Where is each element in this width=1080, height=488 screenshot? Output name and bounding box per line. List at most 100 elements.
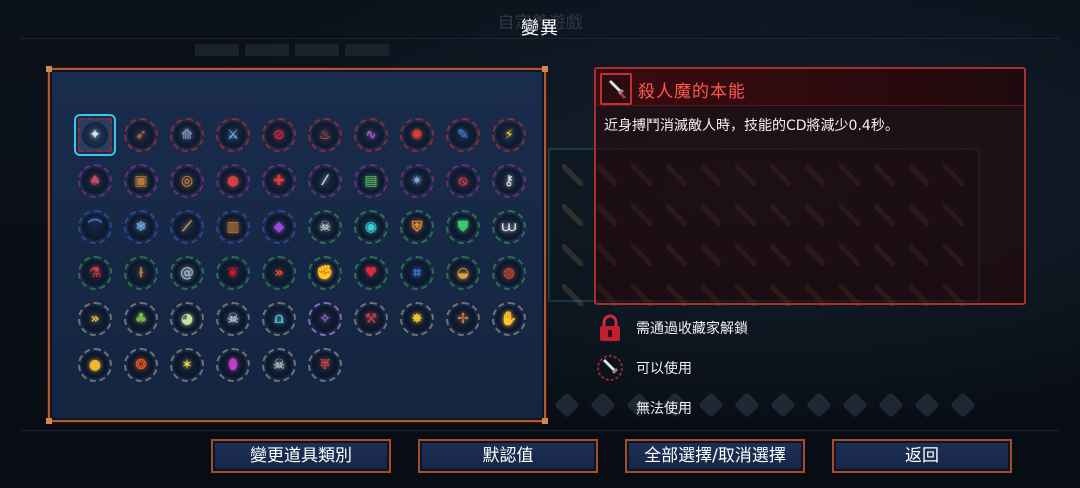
magic-circle-icon: ✧ [319,311,331,327]
mutation-slot[interactable]: ☠ [216,302,250,336]
legend-locked: 需通過收藏家解鎖 [596,314,748,342]
ring-icon: ◎ [180,173,194,189]
grenade-icon: ● [226,173,240,189]
mutation-slot[interactable]: ✋ [492,302,526,336]
mutation-slot[interactable]: ⩍ [262,302,296,336]
cross-star-icon: ✚ [273,173,285,189]
mutation-slot[interactable]: ⁄ [308,164,342,198]
mutation-slot[interactable]: ✸ [400,302,434,336]
rune-grid-icon: ⌗ [413,265,421,281]
blue-arc-icon: ⌒ [88,219,102,235]
green-blob-icon: ◒ [456,265,470,281]
barrel-icon: ▣ [134,173,148,189]
background-weapon-icon [554,392,580,418]
back-button[interactable]: 返回 [832,439,1012,473]
mutation-slot[interactable]: @ [170,256,204,290]
change-category-button[interactable]: 變更道具類別 [211,439,391,473]
mutation-slot[interactable]: ● [78,348,112,382]
mutation-slot[interactable]: ♠ [78,164,112,198]
dagger-icon [600,73,632,105]
mutation-slot[interactable]: ⛨ [400,210,434,244]
mutation-slot[interactable]: ✧ [308,302,342,336]
mutation-slot[interactable]: » [262,256,296,290]
mutation-slot[interactable]: ◍ [492,256,526,290]
mutation-slot[interactable]: ◆ [262,210,296,244]
panel-corner [46,66,52,72]
mutation-slot[interactable]: ➶ [124,118,158,152]
mutation-slot[interactable]: ▣ [124,164,158,198]
mutation-slot[interactable]: ⟰ [170,118,204,152]
mutation-slot[interactable]: ✦ [74,114,116,156]
dagger-icon: ✦ [89,127,101,143]
background-weapon-icon [562,204,583,226]
mutation-slot[interactable]: ⚔ [216,118,250,152]
mutation-slot[interactable]: ⬮ [216,348,250,382]
heart-armor-icon: ♥ [364,265,378,281]
mutation-slot[interactable]: ♣ [124,302,158,336]
mutation-slot[interactable]: ⊘ [262,118,296,152]
mutation-slot[interactable]: ⚷ [492,164,526,198]
mutation-slot[interactable]: ✴ [400,164,434,198]
mutation-slot[interactable]: ❦ [216,256,250,290]
footer-divider [20,430,1060,431]
mutation-slot[interactable]: ✊ [308,256,342,290]
mutation-slot[interactable]: ◎ [170,164,204,198]
bow-icon: ➶ [135,127,147,143]
mutation-slot[interactable]: » [78,302,112,336]
mutation-slot[interactable]: ⦸ [446,164,480,198]
panel-corner [542,418,548,424]
mutation-slot[interactable]: ⚡ [492,118,526,152]
background-weapon-icon [698,392,724,418]
mutation-slot[interactable]: ✎ [446,118,480,152]
mutation-slot[interactable]: ⚗ [78,256,112,290]
arrows-icon: ⟰ [181,127,193,143]
demon-face-icon: ♅ [318,357,332,373]
teeth-icon: ⩍ [274,311,284,327]
empty-slot-icon [596,394,624,422]
lightning-slash-icon: ✶ [181,357,193,373]
green-wisp-icon: ♣ [134,311,148,327]
lightning-icon: ⚡ [504,127,514,143]
mutation-slot[interactable]: ⛊ [446,210,480,244]
owl-face-icon: ◕ [180,311,194,327]
mutation-slot[interactable]: ♅ [308,348,342,382]
screen: 自定義遊戲 變異 ✦ ➶ ⟰ ⚔ ⊘ ♨ ∿ ✺ ✎ ⚡ ♠ ▣ ◎ ● ✚ ⁄ ▤ ✴ ⦸ ⚷ ⌒ ❄ ⟋ ▥ ◆ ☠ ◉ ⛨ ⛊ ⩊ ⚗… [0,0,1080,488]
key-icon: ⚷ [503,173,515,189]
mutation-slot[interactable]: ◉ [354,210,388,244]
mutation-slot[interactable]: ✚ [262,164,296,198]
mutation-slot[interactable]: ⟊ [124,256,158,290]
mutation-slot[interactable]: ⩊ [492,210,526,244]
mutation-slot[interactable]: ♥ [354,256,388,290]
mutation-slot[interactable]: ▤ [354,164,388,198]
mutation-slot[interactable]: ✶ [170,348,204,382]
mutation-slot[interactable]: ⟋ [170,210,204,244]
whip-icon: ⟋ [182,219,192,235]
mutation-slot[interactable]: ⌗ [400,256,434,290]
mutation-slot[interactable]: ♨ [308,118,342,152]
select-all-toggle-button[interactable]: 全部選擇/取消選擇 [625,439,805,473]
mutation-slot[interactable]: ◒ [446,256,480,290]
mutation-slot[interactable]: ❂ [124,348,158,382]
mutation-slot[interactable]: ☠ [262,348,296,382]
default-button[interactable]: 默認值 [418,439,598,473]
mutation-slot[interactable]: ❄ [124,210,158,244]
background-weapon-icon [734,392,760,418]
mutation-slot[interactable]: ▥ [216,210,250,244]
magenta-potion-icon: ⬮ [228,357,238,373]
mutation-slot[interactable]: ✢ [446,302,480,336]
mutation-slot[interactable]: ☠ [308,210,342,244]
sword-swipe-icon: ⁄ [323,173,327,189]
shield-chest-icon: ▥ [226,219,240,235]
legend-locked-label: 需通過收藏家解鎖 [636,321,748,337]
mutation-slot[interactable]: ✺ [400,118,434,152]
legend-unusable-label: 無法使用 [636,401,692,417]
mutation-slot[interactable]: ◕ [170,302,204,336]
no-target-icon: ⦸ [458,173,468,189]
mutation-slot[interactable]: ⌒ [78,210,112,244]
background-weapon-icon [806,392,832,418]
mutation-slot[interactable]: ∿ [354,118,388,152]
background-weapon-icon [950,392,976,418]
mutation-slot[interactable]: ● [216,164,250,198]
mutation-slot[interactable]: ⚒ [354,302,388,336]
fangs-icon: ⩊ [501,219,517,235]
